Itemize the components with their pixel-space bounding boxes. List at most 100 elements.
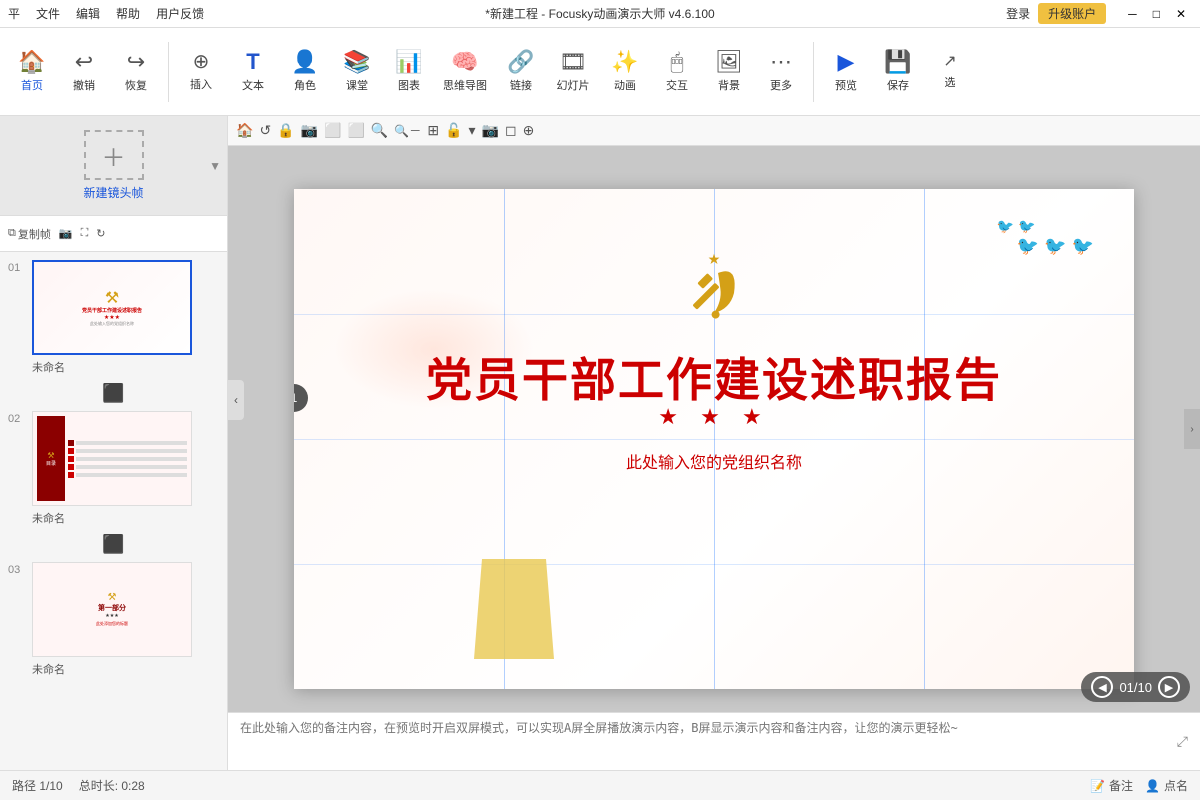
maximize-button[interactable]: □ xyxy=(1147,7,1166,21)
toolbar-classroom-label: 课堂 xyxy=(346,77,368,93)
canvas-screenshot-icon[interactable]: 📷 xyxy=(482,122,499,139)
slide-item-3[interactable]: 03 ⚒ 第一部分 ★★★ 此处添加您的标题 未命名 xyxy=(0,558,227,681)
slide-item-1[interactable]: 01 ⚒ 党员干部工作建设述职报告 ★★★ 此处输入您的党组织名称 未命名 xyxy=(0,256,227,379)
statusbar-right: 📝 备注 👤 点名 xyxy=(1090,777,1188,794)
slide-thumb-3: ⚒ 第一部分 ★★★ 此处添加您的标题 xyxy=(32,562,192,657)
text-icon: T xyxy=(246,51,259,73)
menu-app[interactable]: 平 xyxy=(8,5,20,22)
menu-feedback[interactable]: 用户反馈 xyxy=(156,5,204,22)
insert-icon: ⊕ xyxy=(193,52,210,72)
titlebar-menu: 平 文件 编辑 帮助 用户反馈 xyxy=(8,5,204,22)
toolbar-more[interactable]: ⋯ 更多 xyxy=(757,47,805,97)
link-icon: 🔗 xyxy=(507,51,534,73)
copy-frame-button[interactable]: ⧉ 复制帧 xyxy=(8,226,51,242)
slide1-subtitle: 此处输入您的党组织名称 xyxy=(90,321,134,327)
slide-main-title: 党员干部工作建设述职报告 xyxy=(374,344,1054,410)
toolbar-insert[interactable]: ⊕ 插入 xyxy=(177,48,225,96)
toolbar-chart-label: 图表 xyxy=(398,77,420,93)
undo-icon: ↩ xyxy=(75,51,93,73)
notes-expand-icon[interactable]: ⤢ xyxy=(1177,733,1188,750)
new-frame-label: 新建镜头帧 xyxy=(83,184,143,201)
separator-icon-2: ⬛ xyxy=(102,534,124,555)
slide-number-1: 01 xyxy=(8,260,26,274)
menu-edit[interactable]: 编辑 xyxy=(76,5,100,22)
toolbar-classroom[interactable]: 📚 课堂 xyxy=(333,47,381,97)
canvas-zoom-in-icon[interactable]: 🔍 xyxy=(371,122,388,139)
toolbar-link[interactable]: 🔗 链接 xyxy=(497,47,545,97)
toolbar-save-label: 保存 xyxy=(887,77,909,93)
toolbar-interact[interactable]: 🖱 交互 xyxy=(653,47,701,97)
upgrade-button[interactable]: 升级账户 xyxy=(1038,3,1106,24)
canvas-frame2-icon[interactable]: ⬜ xyxy=(347,122,364,139)
grid-line-h2 xyxy=(294,439,1134,440)
menu-help[interactable]: 帮助 xyxy=(116,5,140,22)
toolbar-character[interactable]: 👤 角色 xyxy=(281,47,329,97)
canvas-camera-icon[interactable]: 📷 xyxy=(301,122,318,139)
camera-button[interactable]: 📷 xyxy=(59,227,73,240)
preview-icon: ▶ xyxy=(838,51,855,73)
new-frame-plus-icon: ＋ xyxy=(84,130,144,180)
canvas-square-icon[interactable]: ◻ xyxy=(505,122,517,139)
toolbar-home-label: 首页 xyxy=(21,77,43,93)
titlebar-actions: 登录 升级账户 ─ □ ✕ xyxy=(1006,3,1192,24)
new-frame-area[interactable]: ＋ 新建镜头帧 ▼ xyxy=(0,116,227,216)
separator-icon-1: ⬛ xyxy=(102,383,124,404)
canvas-frame-icon[interactable]: ⬜ xyxy=(324,122,341,139)
toolbar-preview-label: 预览 xyxy=(835,77,857,93)
menu-file[interactable]: 文件 xyxy=(36,5,60,22)
window-title: *新建工程 - Focusky动画演示大师 v4.6.100 xyxy=(485,5,714,22)
canvas-lock-icon[interactable]: 🔒 xyxy=(277,122,294,139)
close-button[interactable]: ✕ xyxy=(1170,7,1192,21)
toolbar-chart[interactable]: 📊 图表 xyxy=(385,47,433,97)
slideshow-icon: 🎞 xyxy=(559,51,587,73)
slide-name-3: 未命名 xyxy=(32,661,192,677)
toolbar-more-label: 更多 xyxy=(770,77,792,93)
canvas-scroll[interactable]: 党员干部工作建设述职报告 ★ ★ ★ 此处输入您的党组织名称 🐦 🐦 🐦 🐦 🐦… xyxy=(228,146,1200,712)
toolbar-redo-label: 恢复 xyxy=(125,77,147,93)
canvas-grid-icon[interactable]: ⊞ xyxy=(427,122,439,139)
status-bar: 路径 1/10 总时长: 0:28 📝 备注 👤 点名 xyxy=(0,770,1200,800)
toolbar-save[interactable]: 💾 保存 xyxy=(874,47,922,97)
toolbar-select[interactable]: ↗ 选 xyxy=(926,50,974,94)
toolbar-undo[interactable]: ↩ 撤销 xyxy=(60,47,108,97)
canvas-undo-icon[interactable]: ↺ xyxy=(259,122,271,139)
yellow-decoration xyxy=(474,559,554,659)
slide-item-2[interactable]: 02 ⚒ 目录 xyxy=(0,407,227,530)
canvas-zoom-out-icon[interactable]: 🔍－ xyxy=(394,122,421,139)
minimize-button[interactable]: ─ xyxy=(1122,7,1143,21)
toolbar-text[interactable]: T 文本 xyxy=(229,47,277,97)
login-button[interactable]: 登录 xyxy=(1006,5,1030,22)
new-frame-arrow-icon: ▼ xyxy=(209,159,221,173)
canvas-dropdown-icon[interactable]: ▾ xyxy=(468,122,475,139)
toolbar-home[interactable]: 🏠 首页 xyxy=(8,47,56,97)
counter-next-button[interactable]: ▶ xyxy=(1158,676,1180,698)
slide-thumb-1: ⚒ 党员干部工作建设述职报告 ★★★ 此处输入您的党组织名称 xyxy=(32,260,192,355)
toolbar-preview[interactable]: ▶ 预览 xyxy=(822,47,870,97)
status-path: 路径 1/10 xyxy=(12,777,63,794)
frame-number-badge: 1 xyxy=(294,384,308,412)
copy-frame-label: 复制帧 xyxy=(18,226,51,242)
slide-thumb-2: ⚒ 目录 xyxy=(32,411,192,506)
notes-label: 备注 xyxy=(1109,777,1133,794)
expand-button[interactable]: ⛶ xyxy=(81,227,89,240)
notes-button[interactable]: 📝 备注 xyxy=(1090,777,1133,794)
toolbar-character-label: 角色 xyxy=(294,77,316,93)
character-icon: 👤 xyxy=(291,51,318,73)
canvas-home-icon[interactable]: 🏠 xyxy=(236,122,253,139)
counter-prev-button[interactable]: ◀ xyxy=(1091,676,1113,698)
toolbar-redo[interactable]: ↪ 恢复 xyxy=(112,47,160,97)
notes-input[interactable] xyxy=(240,719,1169,764)
toolbar-slideshow[interactable]: 🎞 幻灯片 xyxy=(549,47,597,97)
canvas-lock2-icon[interactable]: 🔓 xyxy=(445,122,462,139)
canvas-add-icon[interactable]: ⊕ xyxy=(523,122,535,139)
left-panel-collapse-button[interactable]: ‹ xyxy=(228,380,244,420)
animation-icon: ✨ xyxy=(611,51,638,73)
toolbar-slideshow-label: 幻灯片 xyxy=(557,77,590,93)
refresh-button[interactable]: ↻ xyxy=(96,227,105,240)
canvas-right-scroll[interactable]: › xyxy=(1184,409,1200,449)
toolbar-animation[interactable]: ✨ 动画 xyxy=(601,47,649,97)
toolbar-mindmap[interactable]: 🧠 思维导图 xyxy=(437,47,493,97)
points-button[interactable]: 👤 点名 xyxy=(1145,777,1188,794)
chart-icon: 📊 xyxy=(395,51,422,73)
toolbar-background[interactable]: 🖼 背景 xyxy=(705,47,753,97)
